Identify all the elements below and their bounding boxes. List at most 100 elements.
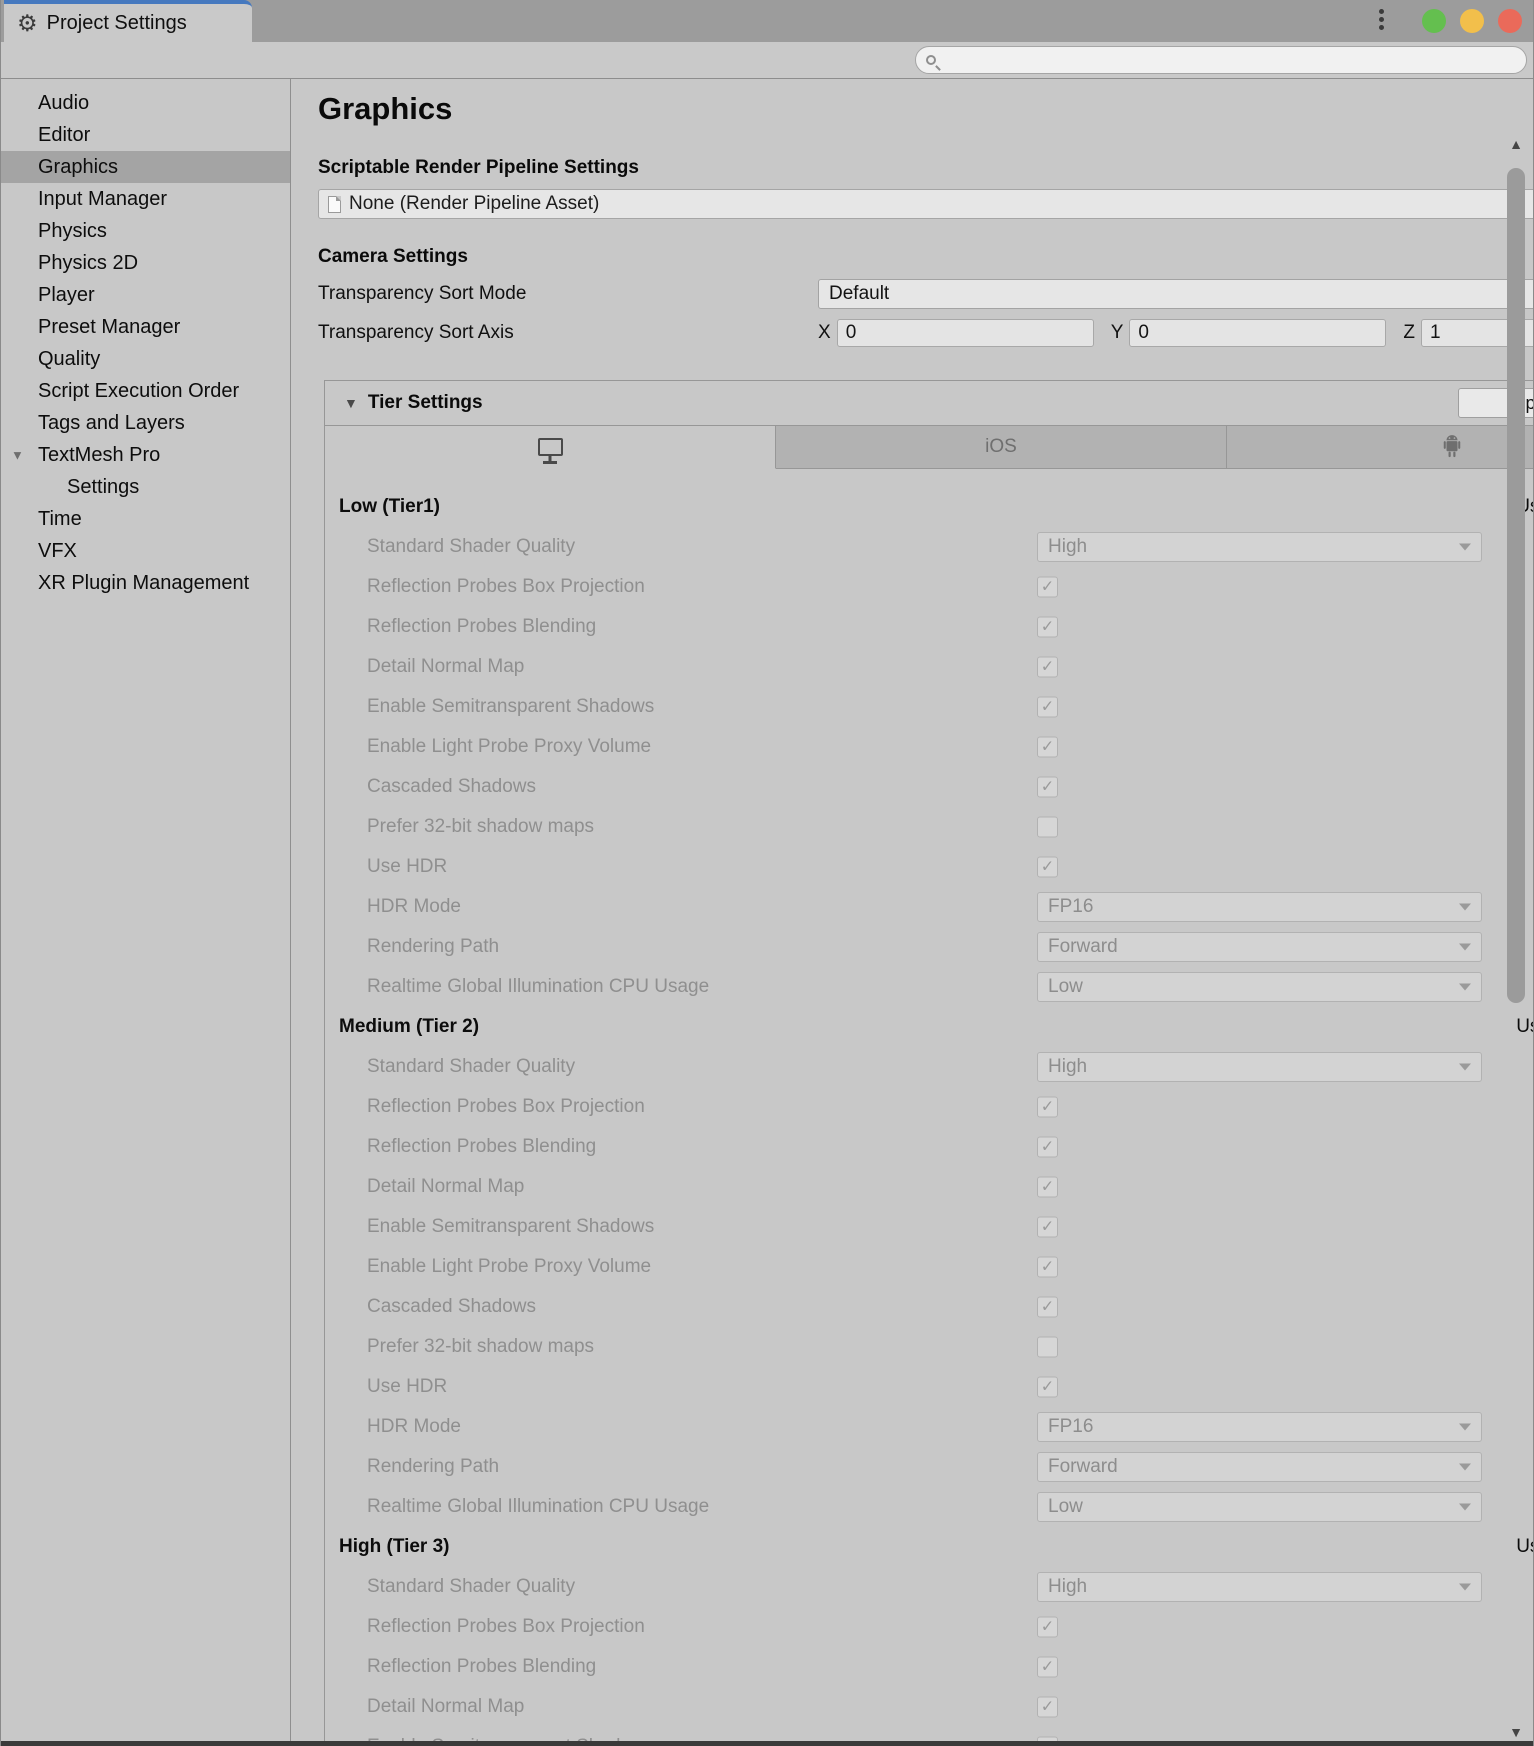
- chevron-down-icon: [1459, 903, 1471, 911]
- render-pipeline-asset-field[interactable]: None (Render Pipeline Asset): [318, 189, 1533, 219]
- sidebar-item-physics-2d[interactable]: Physics 2D: [1, 247, 290, 279]
- tier-row-checkbox: [1037, 816, 1058, 838]
- window-bottom-edge: [1, 1741, 1533, 1746]
- tier-row-standard-shader-quality: Standard Shader Quality High: [325, 1567, 1533, 1607]
- tier-row-enable-semitransparent-shadows: Enable Semitransparent Shadows ✓: [325, 687, 1533, 727]
- tier-row-label: Use HDR: [367, 1376, 448, 1397]
- transparency-sort-mode-row: Transparency Sort Mode Default: [318, 279, 1533, 309]
- tier-row-rendering-path: Rendering Path Forward: [325, 1447, 1533, 1487]
- chevron-down-icon: [1459, 1463, 1471, 1471]
- search-field[interactable]: [915, 46, 1527, 74]
- scrollbar-thumb[interactable]: [1507, 168, 1525, 1003]
- overflow-menu-icon[interactable]: [1379, 9, 1384, 30]
- tier-name: High (Tier 3): [339, 1536, 450, 1557]
- tier-row-dropdown: Forward: [1037, 1452, 1482, 1482]
- minimize-button[interactable]: [1422, 9, 1446, 33]
- tier-section-low-tier1: Low (Tier1)Use Defaults✓Standard Shader …: [325, 487, 1533, 1007]
- tier-row-dropdown-value: Low: [1048, 1496, 1083, 1517]
- sidebar-item-label: Player: [38, 283, 95, 306]
- sidebar-item-editor[interactable]: Editor: [1, 119, 290, 151]
- sidebar-item-player[interactable]: Player: [1, 279, 290, 311]
- sidebar-item-vfx[interactable]: VFX: [1, 535, 290, 567]
- sidebar-item-quality[interactable]: Quality: [1, 343, 290, 375]
- tier-row-enable-semitransparent-shadows: Enable Semitransparent Shadows ✓: [325, 1207, 1533, 1247]
- tier-row-dropdown-value: Low: [1048, 976, 1083, 997]
- tier-row-dropdown-value: Forward: [1048, 936, 1118, 957]
- tier-section-high-tier-3: High (Tier 3)Use Defaults✓Standard Shade…: [325, 1527, 1533, 1746]
- chevron-down-icon: [1459, 1503, 1471, 1511]
- axis-x-field[interactable]: [836, 319, 1094, 347]
- foldout-triangle-icon[interactable]: ▼: [11, 448, 24, 463]
- transparency-sort-axis-row: Transparency Sort Axis X Y Z: [318, 319, 1533, 347]
- tier-row-checkbox: ✓: [1037, 1136, 1058, 1158]
- sidebar-item-tags-and-layers[interactable]: Tags and Layers: [1, 407, 290, 439]
- close-button[interactable]: [1498, 9, 1522, 33]
- sidebar-item-audio[interactable]: Audio: [1, 87, 290, 119]
- sidebar-item-script-execution-order[interactable]: Script Execution Order: [1, 375, 290, 407]
- tier-row-checkbox: ✓: [1037, 1296, 1058, 1318]
- tier-row-dropdown: High: [1037, 1572, 1482, 1602]
- sidebar-item-label: TextMesh Pro: [38, 443, 161, 466]
- sidebar-item-label: Editor: [38, 123, 91, 146]
- sidebar-item-textmesh-pro[interactable]: ▼ TextMesh Pro: [1, 439, 290, 471]
- tier-row-label: Reflection Probes Blending: [367, 1656, 597, 1677]
- chevron-down-icon: [1459, 983, 1471, 991]
- settings-sidebar: Audio Editor Graphics Input Manager Physics P…: [1, 79, 291, 1746]
- tier-row-checkbox: ✓: [1037, 1696, 1058, 1718]
- tier-row-enable-light-probe-proxy-volume: Enable Light Probe Proxy Volume ✓: [325, 727, 1533, 767]
- sidebar-item-xr-plugin-management[interactable]: XR Plugin Management: [1, 567, 290, 599]
- transparency-sort-mode-value: Default: [829, 283, 890, 304]
- tier-row-dropdown: High: [1037, 532, 1482, 562]
- axis-y-field[interactable]: [1129, 319, 1387, 347]
- tab-desktop[interactable]: [325, 426, 776, 469]
- tier-row-standard-shader-quality: Standard Shader Quality High: [325, 1047, 1533, 1087]
- scroll-down-icon[interactable]: ▼: [1502, 1724, 1530, 1740]
- chevron-down-icon: [1459, 1423, 1471, 1431]
- sidebar-item-label: Input Manager: [38, 187, 167, 210]
- transparency-sort-mode-dropdown[interactable]: Default: [818, 279, 1533, 309]
- foldout-triangle-icon[interactable]: ▼: [344, 395, 358, 411]
- sidebar-item-settings[interactable]: Settings: [1, 471, 290, 503]
- tab-project-settings[interactable]: ⚙ Project Settings: [4, 0, 252, 42]
- transparency-sort-mode-label: Transparency Sort Mode: [318, 283, 527, 304]
- tier-row-dropdown: FP16: [1037, 892, 1482, 922]
- android-icon: [1443, 435, 1461, 458]
- restore-button[interactable]: [1460, 9, 1484, 33]
- sidebar-item-label: Physics: [38, 219, 107, 242]
- tier-row-label: HDR Mode: [367, 1416, 461, 1437]
- sidebar-item-label: Script Execution Order: [38, 379, 240, 402]
- tier-row-checkbox: ✓: [1037, 1656, 1058, 1678]
- sidebar-item-physics[interactable]: Physics: [1, 215, 290, 247]
- tier-row-checkbox: ✓: [1037, 856, 1058, 878]
- tier-row-checkbox: ✓: [1037, 576, 1058, 598]
- axis-y-label: Y: [1110, 322, 1124, 343]
- tab-ios-label: iOS: [985, 436, 1017, 457]
- chevron-down-icon: [1459, 943, 1471, 951]
- tier-row-label: Rendering Path: [367, 936, 500, 957]
- sidebar-item-input-manager[interactable]: Input Manager: [1, 183, 290, 215]
- sidebar-item-label: Settings: [67, 475, 140, 498]
- chevron-down-icon: [1459, 1583, 1471, 1591]
- tier-row-label: Realtime Global Illumination CPU Usage: [367, 976, 710, 997]
- tier-row-checkbox: ✓: [1037, 696, 1058, 718]
- sidebar-item-time[interactable]: Time: [1, 503, 290, 535]
- tab-android[interactable]: [1227, 426, 1533, 469]
- sidebar-item-graphics[interactable]: Graphics: [1, 151, 290, 183]
- tier-row-checkbox: ✓: [1037, 1376, 1058, 1398]
- scroll-up-icon[interactable]: ▲: [1502, 136, 1530, 152]
- tier-row-checkbox: ✓: [1037, 1216, 1058, 1238]
- tier-row-cascaded-shadows: Cascaded Shadows ✓: [325, 767, 1533, 807]
- tier-row-label: Enable Semitransparent Shadows: [367, 1216, 655, 1237]
- tier-row-label: Detail Normal Map: [367, 1176, 525, 1197]
- tier-row-use-hdr: Use HDR ✓: [325, 847, 1533, 887]
- tier-row-label: Reflection Probes Box Projection: [367, 1096, 645, 1117]
- search-input[interactable]: [943, 49, 1526, 71]
- sidebar-item-label: Tags and Layers: [38, 411, 185, 434]
- platform-tabs: iOS: [325, 425, 1533, 469]
- vertical-scrollbar[interactable]: ▲ ▼: [1502, 136, 1530, 1740]
- tab-ios[interactable]: iOS: [776, 426, 1227, 469]
- chevron-down-icon: [1459, 1063, 1471, 1071]
- tier-row-realtime-global-illumination-cpu-usage: Realtime Global Illumination CPU Usage Lo…: [325, 1487, 1533, 1527]
- sidebar-item-preset-manager[interactable]: Preset Manager: [1, 311, 290, 343]
- axis-y-group: Y: [1111, 319, 1404, 347]
